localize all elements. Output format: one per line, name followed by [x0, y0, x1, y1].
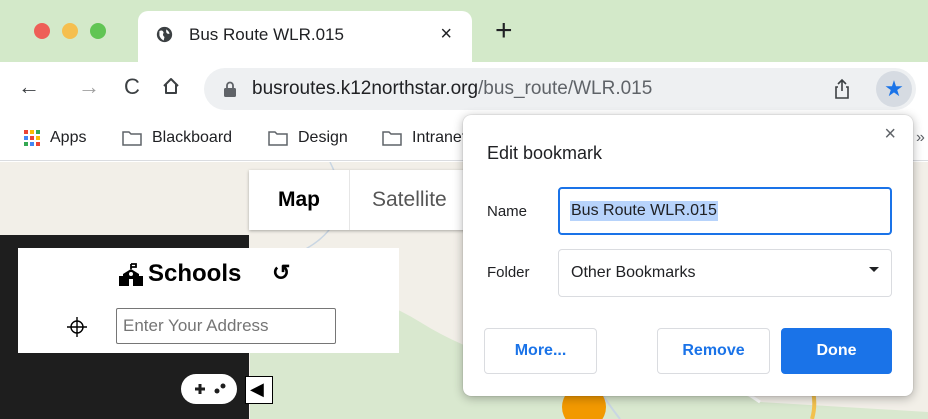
folder-icon — [268, 130, 288, 146]
bookmarks-overflow-icon[interactable]: » — [916, 129, 925, 147]
bookmark-label: Intranet — [412, 129, 467, 146]
new-tab-button[interactable]: + — [495, 16, 513, 46]
bookmark-name-input[interactable]: Bus Route WLR.015 — [558, 187, 892, 235]
map-type-control: Map Satellite — [249, 170, 479, 230]
more-button[interactable]: More... — [484, 328, 597, 374]
edit-bookmark-dialog: Edit bookmark × Name Bus Route WLR.015 F… — [463, 115, 913, 396]
share-icon[interactable] — [832, 78, 852, 100]
folder-icon — [382, 130, 402, 146]
crosshair-icon[interactable] — [67, 317, 87, 337]
triangle-left-icon: ◀ — [250, 379, 264, 399]
back-arrow-icon[interactable]: ← — [18, 72, 40, 102]
tab-strip: Bus Route WLR.015 × + — [0, 0, 928, 62]
globe-icon — [156, 26, 173, 43]
bookmark-label: Design — [298, 129, 348, 146]
name-label: Name — [487, 203, 528, 220]
dialog-title: Edit bookmark — [487, 143, 603, 163]
remove-button[interactable]: Remove — [657, 328, 770, 374]
window-minimize-button[interactable] — [62, 23, 78, 39]
bookmark-label: Apps — [50, 129, 87, 146]
bookmark-name-value: Bus Route WLR.015 — [570, 201, 718, 221]
forward-arrow-icon[interactable]: → — [78, 72, 100, 102]
gamepad-icon[interactable] — [180, 372, 238, 406]
refresh-icon[interactable]: ↺ — [272, 260, 290, 286]
apps-grid-icon — [24, 130, 40, 146]
window-zoom-button[interactable] — [90, 23, 106, 39]
close-icon[interactable]: × — [884, 123, 896, 146]
tab-close-icon[interactable]: × — [440, 23, 452, 46]
browser-toolbar: ← → C busroutes.k12northstar.org/bus_rou… — [0, 62, 928, 115]
url-path: /bus_route/WLR.015 — [478, 78, 653, 99]
address-input[interactable] — [116, 308, 336, 344]
bookmark-folder-design[interactable]: Design — [268, 129, 348, 147]
done-button[interactable]: Done — [781, 328, 892, 374]
browser-tab[interactable]: Bus Route WLR.015 × — [138, 11, 472, 62]
chevron-down-icon — [869, 267, 879, 272]
reload-icon[interactable]: C — [124, 72, 140, 102]
schools-title: Schools — [148, 260, 242, 287]
map-type-map-button[interactable]: Map — [249, 170, 349, 230]
home-icon[interactable] — [161, 74, 181, 98]
folder-icon — [122, 130, 142, 146]
map-type-satellite-button[interactable]: Satellite — [349, 170, 479, 230]
bookmark-star-icon[interactable]: ★ — [876, 71, 912, 107]
bookmark-folder-intranet[interactable]: Intranet — [382, 129, 466, 147]
collapse-panel-button[interactable]: ◀ — [245, 376, 273, 404]
folder-select-value: Other Bookmarks — [571, 264, 696, 281]
bookmark-apps[interactable]: Apps — [24, 129, 86, 147]
address-bar[interactable]: busroutes.k12northstar.org/bus_route/WLR… — [204, 68, 916, 110]
bookmark-label: Blackboard — [152, 129, 233, 146]
lock-icon[interactable] — [223, 81, 237, 97]
bookmark-folder-blackboard[interactable]: Blackboard — [122, 129, 232, 147]
school-icon — [119, 263, 143, 286]
url-text: busroutes.k12northstar.org/bus_route/WLR… — [252, 78, 652, 100]
window-close-button[interactable] — [34, 23, 50, 39]
folder-label: Folder — [487, 264, 530, 281]
tab-title: Bus Route WLR.015 — [189, 25, 344, 44]
url-host: busroutes.k12northstar.org — [252, 78, 479, 99]
folder-select[interactable]: Other Bookmarks — [558, 249, 892, 297]
